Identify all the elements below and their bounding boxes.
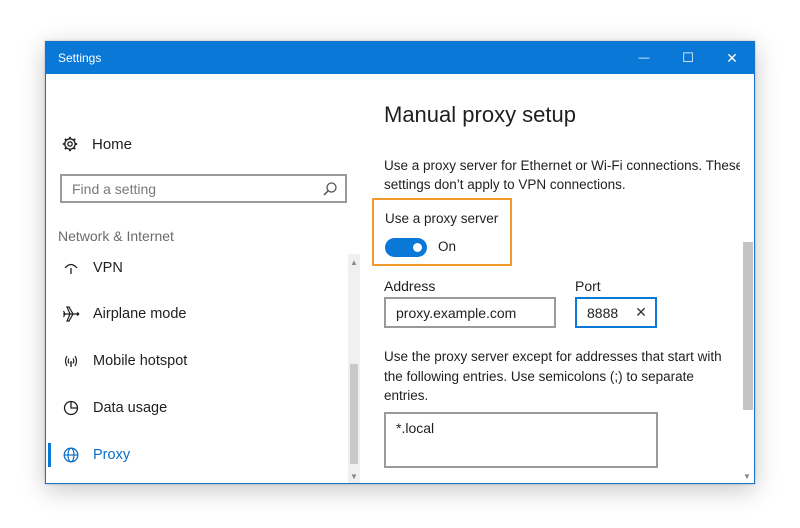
main-scroll-thumb[interactable] <box>743 242 753 410</box>
globe-icon <box>60 444 82 466</box>
page-title: Manual proxy setup <box>384 102 576 127</box>
sidebar-item-label: Data usage <box>93 400 168 416</box>
use-proxy-toggle[interactable] <box>385 238 427 257</box>
search-input[interactable] <box>62 176 317 201</box>
sidebar-item-mobile-hotspot[interactable]: Mobile hotspot <box>46 341 346 381</box>
search-box <box>60 174 347 203</box>
sidebar-item-label: Mobile hotspot <box>93 353 188 369</box>
vpn-icon <box>60 257 82 279</box>
scroll-down-icon[interactable]: ▼ <box>348 472 360 481</box>
sidebar-item-label: VPN <box>93 260 123 276</box>
minimize-icon: — <box>638 52 650 64</box>
address-label: Address <box>384 278 436 294</box>
address-input[interactable] <box>384 297 556 328</box>
close-icon: ✕ <box>726 49 738 66</box>
main-scrollbar[interactable]: ▼ <box>740 74 754 483</box>
search-icon[interactable] <box>321 180 339 198</box>
exceptions-input[interactable]: *.local <box>384 412 658 468</box>
sidebar-item-data-usage[interactable]: Data usage <box>46 388 346 428</box>
section-label: Network & Internet <box>58 228 174 244</box>
title-bar[interactable]: Settings — ☐ ✕ <box>46 42 754 74</box>
exceptions-description: Use the proxy server except for addresse… <box>384 349 722 403</box>
nav-list: VPN Airplane mode Mobile hotspot Data us… <box>46 254 346 483</box>
sidebar-scroll-thumb[interactable] <box>350 364 358 464</box>
sidebar-item-vpn[interactable]: VPN <box>46 254 346 288</box>
port-field: ✕ <box>575 297 657 328</box>
proxy-description: Use a proxy server for Ethernet or Wi-Fi… <box>384 158 744 192</box>
main-panel: Manual proxy setup Use a proxy server fo… <box>364 74 754 483</box>
sidebar-item-airplane-mode[interactable]: Airplane mode <box>46 294 346 334</box>
sidebar: Home Network & Internet VPN <box>46 74 364 483</box>
sidebar-item-label: Airplane mode <box>93 306 187 322</box>
clear-icon[interactable]: ✕ <box>633 304 649 320</box>
gear-icon <box>62 136 78 152</box>
window-title: Settings <box>58 51 102 65</box>
airplane-icon <box>60 303 82 325</box>
settings-window: Settings — ☐ ✕ Home Find a setting Netwo… <box>45 41 755 484</box>
sidebar-scrollbar[interactable]: ▲ ▼ <box>348 254 360 483</box>
sidebar-item-label: Proxy <box>93 447 131 463</box>
maximize-button[interactable]: ☐ <box>666 42 710 74</box>
sidebar-item-proxy[interactable]: Proxy <box>46 435 346 475</box>
scroll-up-icon[interactable]: ▲ <box>348 258 360 267</box>
data-usage-icon <box>60 397 82 419</box>
nav-home-label: Home <box>92 135 133 153</box>
use-proxy-state: On <box>438 239 457 254</box>
port-label: Port <box>575 278 601 294</box>
use-proxy-label: Use a proxy server <box>385 211 499 226</box>
close-button[interactable]: ✕ <box>710 42 754 74</box>
scroll-down-icon[interactable]: ▼ <box>740 472 754 481</box>
maximize-icon: ☐ <box>682 50 694 65</box>
port-input[interactable] <box>577 299 633 326</box>
use-proxy-highlight: Use a proxy server On <box>372 198 512 266</box>
minimize-button[interactable]: — <box>622 42 666 74</box>
toggle-knob <box>413 243 422 252</box>
hotspot-icon <box>60 350 82 372</box>
nav-home[interactable]: Home <box>62 132 132 156</box>
